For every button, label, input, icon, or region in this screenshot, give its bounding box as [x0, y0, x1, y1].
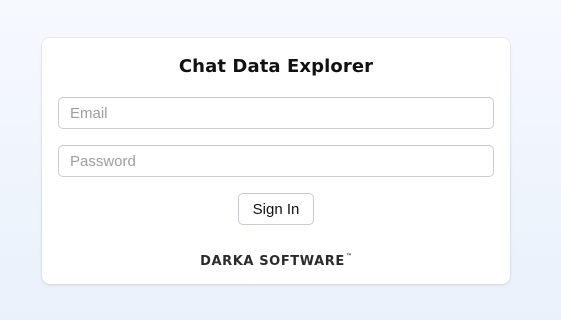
email-field[interactable] — [58, 97, 494, 129]
brand-logo: DARKA SOFTWARE™ — [42, 253, 510, 269]
trademark-symbol: ™ — [345, 253, 352, 260]
password-field[interactable] — [58, 145, 494, 177]
login-card: Chat Data Explorer Sign In DARKA SOFTWAR… — [42, 38, 510, 284]
sign-in-button[interactable]: Sign In — [238, 193, 314, 225]
brand-name: DARKA SOFTWARE — [200, 254, 345, 269]
page-title: Chat Data Explorer — [178, 56, 374, 77]
